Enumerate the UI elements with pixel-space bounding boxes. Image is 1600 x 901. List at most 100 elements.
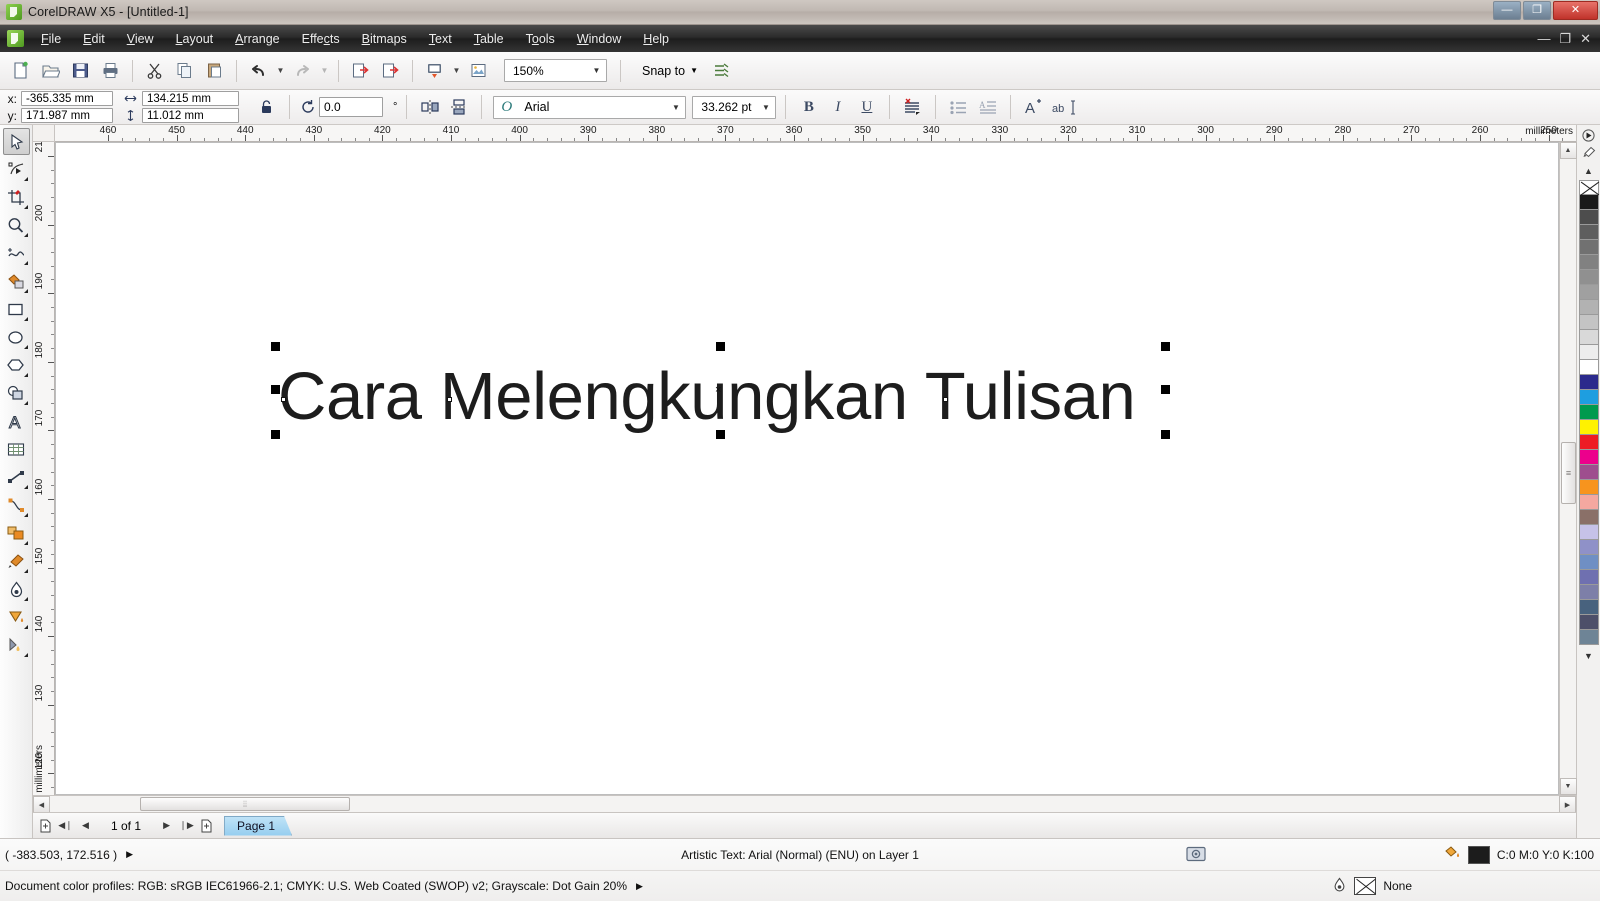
scroll-left-button[interactable]: ◀ <box>33 796 50 813</box>
outline-color-swatch[interactable] <box>1354 877 1377 895</box>
undo-dropdown-arrow[interactable]: ▼ <box>274 56 287 85</box>
horizontal-ruler[interactable]: millimeters 460 450 440 430 420 410 400 390 380 3… <box>55 125 1576 142</box>
outline-pen-icon[interactable] <box>1332 877 1347 896</box>
selection-handle-bottom-right[interactable] <box>1161 430 1170 439</box>
menu-text[interactable]: Text <box>418 28 463 50</box>
flyout-arrow-icon[interactable] <box>23 373 28 377</box>
lock-ratio-icon[interactable] <box>253 94 280 121</box>
open-icon[interactable] <box>36 56 65 85</box>
palette-swatch[interactable] <box>1578 345 1599 360</box>
menu-tools[interactable]: Tools <box>515 28 566 50</box>
fill-tool[interactable] <box>3 604 30 631</box>
palette-swatch[interactable] <box>1578 465 1599 480</box>
color-proof-icon[interactable] <box>1185 846 1207 864</box>
crop-tool[interactable] <box>3 184 30 211</box>
shape-tool[interactable] <box>3 156 30 183</box>
selection-handle-top-right[interactable] <box>1161 342 1170 351</box>
selection-handle-bottom-left[interactable] <box>271 430 280 439</box>
flyout-arrow-icon[interactable] <box>23 345 28 349</box>
menu-edit[interactable]: Edit <box>72 28 116 50</box>
underline-button[interactable]: U <box>853 94 880 121</box>
chevron-down-icon[interactable]: ▼ <box>756 97 775 118</box>
edit-text-icon[interactable]: ab <box>1049 94 1083 121</box>
object-height-field[interactable]: 11.012 mm <box>142 108 239 123</box>
mirror-horizontal-icon[interactable] <box>416 94 443 121</box>
vertical-scroll-thumb[interactable]: ≡ <box>1561 442 1576 504</box>
text-anchor-node[interactable] <box>447 397 452 402</box>
color-eyedropper-tool[interactable] <box>3 548 30 575</box>
maximize-button[interactable]: ❐ <box>1523 1 1551 20</box>
palette-swatch[interactable] <box>1578 405 1599 420</box>
font-name-combo[interactable]: O Arial ▼ <box>493 95 687 119</box>
flyout-arrow-icon[interactable] <box>23 541 28 545</box>
smart-fill-tool[interactable] <box>3 268 30 295</box>
flyout-arrow-icon[interactable] <box>23 317 28 321</box>
undo-icon[interactable] <box>244 56 273 85</box>
palette-eyedropper-icon[interactable] <box>1579 144 1599 162</box>
flyout-arrow-icon[interactable] <box>23 569 28 573</box>
pick-tool[interactable] <box>2 128 30 155</box>
doc-minimize-button[interactable]: — <box>1537 31 1550 47</box>
selection-handle-top-left[interactable] <box>271 342 280 351</box>
flyout-arrow-icon[interactable] <box>23 233 28 237</box>
x-position-field[interactable]: -365.335 mm <box>21 91 113 106</box>
interactive-fill-tool[interactable] <box>3 632 30 659</box>
flyout-arrow-icon[interactable] <box>23 513 28 517</box>
fill-bucket-icon[interactable] <box>1444 845 1461 864</box>
snap-to-dropdown[interactable]: Snap to ▼ <box>642 64 698 78</box>
fill-color-swatch[interactable] <box>1467 845 1490 864</box>
selection-handle-middle-left[interactable] <box>271 385 280 394</box>
drawing-canvas[interactable]: Cara Melengkungkan Tulisan × <box>55 142 1559 795</box>
cut-icon[interactable] <box>140 56 169 85</box>
menu-arrange[interactable]: Arrange <box>224 28 290 50</box>
text-anchor-node[interactable] <box>943 397 948 402</box>
flyout-arrow-icon[interactable] <box>23 205 28 209</box>
text-anchor-node[interactable] <box>281 397 286 402</box>
polygon-tool[interactable] <box>3 352 30 379</box>
palette-swatch[interactable] <box>1578 195 1599 210</box>
import-icon[interactable] <box>346 56 375 85</box>
palette-swatch[interactable] <box>1578 360 1599 375</box>
drop-cap-icon[interactable]: A <box>974 94 1001 121</box>
palette-swatch[interactable] <box>1578 210 1599 225</box>
paste-icon[interactable] <box>200 56 229 85</box>
artistic-text-object[interactable]: Cara Melengkungkan Tulisan <box>278 358 1136 435</box>
palette-swatch[interactable] <box>1578 285 1599 300</box>
new-icon[interactable] <box>6 56 35 85</box>
last-page-button[interactable]: ❘▶ <box>178 816 195 835</box>
redo-icon[interactable] <box>288 56 317 85</box>
dimension-tool[interactable] <box>3 464 30 491</box>
table-tool[interactable] <box>3 436 30 463</box>
flyout-arrow-icon[interactable] <box>23 597 28 601</box>
y-position-field[interactable]: 171.987 mm <box>21 108 113 123</box>
selection-handle-middle-right[interactable] <box>1161 385 1170 394</box>
add-page-start-icon[interactable] <box>37 816 54 835</box>
flyout-arrow-icon[interactable] <box>23 485 28 489</box>
chevron-down-icon[interactable]: ▼ <box>587 60 606 81</box>
rectangle-tool[interactable] <box>3 296 30 323</box>
flyout-arrow-icon[interactable] <box>23 401 28 405</box>
options-icon[interactable] <box>707 56 736 85</box>
document-icon[interactable] <box>7 30 24 47</box>
horizontal-scroll-track[interactable]: ⦙⦙ <box>50 796 1559 812</box>
palette-swatch[interactable] <box>1578 255 1599 270</box>
palette-swatch[interactable] <box>1578 225 1599 240</box>
horizontal-scroll-thumb[interactable]: ⦙⦙ <box>140 797 350 811</box>
selection-handle-top-center[interactable] <box>716 342 725 351</box>
rotation-angle-field[interactable]: 0.0 <box>319 97 383 117</box>
palette-scroll-up-icon[interactable]: ▲ <box>1579 162 1599 180</box>
flyout-arrow-icon[interactable] <box>23 177 28 181</box>
blend-tool[interactable] <box>3 520 30 547</box>
palette-swatch-none[interactable] <box>1578 180 1599 195</box>
freehand-tool[interactable] <box>3 240 30 267</box>
menu-layout[interactable]: Layout <box>165 28 225 50</box>
menu-bitmaps[interactable]: Bitmaps <box>351 28 418 50</box>
palette-swatch[interactable] <box>1578 510 1599 525</box>
flyout-arrow-icon[interactable] <box>23 289 28 293</box>
palette-swatch[interactable] <box>1578 615 1599 630</box>
bold-button[interactable]: B <box>795 94 822 121</box>
connector-tool[interactable] <box>3 492 30 519</box>
color-profiles-expand-arrow-icon[interactable]: ▶ <box>636 881 643 892</box>
menu-view[interactable]: View <box>116 28 165 50</box>
add-page-end-icon[interactable] <box>198 816 215 835</box>
